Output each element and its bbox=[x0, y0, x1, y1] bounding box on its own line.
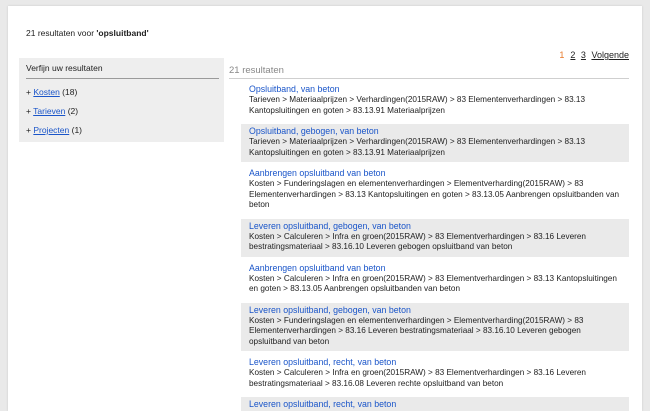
result-path: Kosten > Funderingslagen en elementenver… bbox=[249, 179, 620, 209]
result-item: Leveren opsluitband, gebogen, van beton … bbox=[241, 218, 629, 257]
page-2-link[interactable]: 2 bbox=[570, 50, 575, 60]
result-path: Kosten > Funderingslagen en elementenver… bbox=[249, 315, 584, 346]
result-title-link[interactable]: Opsluitband, gebogen, van beton bbox=[249, 126, 621, 137]
result-title-link[interactable]: Leveren opsluitband, gebogen, van beton bbox=[249, 221, 621, 232]
page-3-link[interactable]: 3 bbox=[581, 50, 586, 60]
result-title-link[interactable]: Aanbrengen opsluitband van beton bbox=[249, 168, 621, 179]
result-item: Leveren opsluitband, gebogen, van beton … bbox=[241, 302, 629, 351]
search-summary: 21 resultaten voor 'opsluitband' bbox=[26, 28, 149, 38]
result-item: Leveren opsluitband, recht, van beton bbox=[241, 397, 629, 411]
result-item: Aanbrengen opsluitband van beton Kosten … bbox=[241, 261, 629, 299]
results-page: 21 resultaten voor 'opsluitband' 12 3 Vo… bbox=[8, 6, 642, 411]
result-path: Tarieven > Materiaalprijzen > Verharding… bbox=[249, 95, 586, 115]
facet-projecten-count: (1) bbox=[71, 125, 83, 135]
facet-kosten-count: (18) bbox=[62, 87, 78, 97]
results-count: 21 resultaten bbox=[229, 65, 629, 79]
result-title-link[interactable]: Opsluitband, van beton bbox=[249, 84, 621, 95]
facet-kosten-link[interactable]: Kosten bbox=[33, 87, 59, 97]
result-title-link[interactable]: Leveren opsluitband, recht, van beton bbox=[249, 399, 621, 410]
facet-projecten: + Projecten (1) bbox=[26, 125, 83, 135]
refine-sidebar: Verfijn uw resultaten + Kosten (18) + Ta… bbox=[19, 58, 224, 142]
facet-tarieven-count: (2) bbox=[67, 106, 79, 116]
result-title-link[interactable]: Aanbrengen opsluitband van beton bbox=[249, 263, 621, 274]
pagination: 12 3 Volgende bbox=[559, 50, 629, 60]
result-item: Aanbrengen opsluitband van beton Kosten … bbox=[241, 166, 629, 215]
result-title-link[interactable]: Leveren opsluitband, recht, van beton bbox=[249, 357, 621, 368]
facet-tarieven: + Tarieven (2) bbox=[26, 106, 79, 116]
sidebar-title: Verfijn uw resultaten bbox=[26, 63, 219, 79]
result-path: Kosten > Calculeren > Infra en groen(201… bbox=[249, 368, 586, 388]
result-path: Tarieven > Materiaalprijzen > Verharding… bbox=[249, 137, 586, 157]
result-path: Kosten > Calculeren > Infra en groen(201… bbox=[249, 231, 586, 252]
next-page-link[interactable]: Volgende bbox=[591, 50, 629, 60]
summary-query: 'opsluitband' bbox=[96, 28, 149, 38]
result-item: Leveren opsluitband, recht, van beton Ko… bbox=[241, 355, 629, 393]
results-list: Opsluitband, van beton Tarieven > Materi… bbox=[241, 82, 629, 411]
facet-kosten: + Kosten (18) bbox=[26, 87, 78, 97]
facet-projecten-link[interactable]: Projecten bbox=[33, 125, 69, 135]
result-title-link[interactable]: Leveren opsluitband, gebogen, van beton bbox=[249, 305, 621, 316]
result-item: Opsluitband, gebogen, van beton Tarieven… bbox=[241, 124, 629, 162]
result-path: Kosten > Calculeren > Infra en groen(201… bbox=[249, 273, 617, 294]
facet-tarieven-link[interactable]: Tarieven bbox=[33, 106, 65, 116]
result-item: Opsluitband, van beton Tarieven > Materi… bbox=[241, 82, 629, 120]
page-current: 1 bbox=[559, 50, 565, 60]
summary-prefix: 21 resultaten voor bbox=[26, 28, 97, 38]
